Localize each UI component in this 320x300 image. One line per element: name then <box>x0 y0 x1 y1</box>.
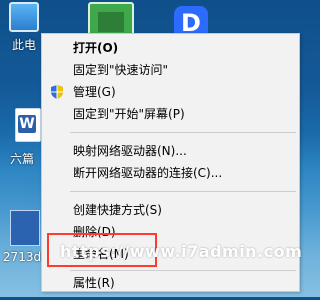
menu-separator <box>70 270 296 271</box>
menu-separator <box>70 132 296 133</box>
word-w-icon: W <box>18 115 36 133</box>
menu-item-label: 重命名(M) <box>73 247 129 261</box>
menu-item-rename[interactable]: 重命名(M) <box>42 243 299 265</box>
word-document-icon[interactable]: W <box>15 108 41 142</box>
desktop-icon-label: 2713d <box>2 250 42 264</box>
menu-item-label: 删除(D) <box>73 225 116 239</box>
computer-icon <box>9 2 39 32</box>
menu-item-map-network-drive[interactable]: 映射网络驱动器(N)... <box>42 140 299 162</box>
menu-item-create-shortcut[interactable]: 创建快捷方式(S) <box>42 199 299 221</box>
desktop-icon-label: 此电 <box>11 38 36 52</box>
menu-item-label: 创建快捷方式(S) <box>73 203 162 217</box>
desktop-icon-file[interactable]: 2713d <box>0 250 44 264</box>
menu-item-pin-start[interactable]: 固定到"开始"屏幕(P) <box>42 103 299 125</box>
menu-item-label: 固定到"快速访问" <box>73 63 169 77</box>
desktop-icon-label: 六篇 <box>9 152 34 166</box>
menu-item-label: 映射网络驱动器(N)... <box>73 144 187 158</box>
menu-separator <box>70 191 296 192</box>
menu-item-properties[interactable]: 属性(R) <box>42 272 299 291</box>
menu-item-manage[interactable]: 管理(G) <box>42 81 299 103</box>
menu-item-label: 管理(G) <box>73 85 116 99</box>
menu-item-open[interactable]: 打开(O) <box>42 37 299 59</box>
menu-item-label: 固定到"开始"屏幕(P) <box>73 107 185 121</box>
context-menu: 打开(O) 固定到"快速访问" 管理(G) 固定到"开始"屏幕(P) 映射网络驱… <box>41 33 300 292</box>
menu-item-delete[interactable]: 删除(D) <box>42 221 299 243</box>
menu-item-label: 断开网络驱动器的连接(C)... <box>73 166 223 180</box>
menu-item-pin-quick-access[interactable]: 固定到"快速访问" <box>42 59 299 81</box>
desktop-icon-doc[interactable]: 六篇 <box>0 150 44 167</box>
shield-icon <box>51 85 63 99</box>
menu-item-label: 属性(R) <box>73 276 115 290</box>
desktop-icon-this-pc[interactable]: 此电 <box>2 2 46 53</box>
menu-item-disconnect-network-drive[interactable]: 断开网络驱动器的连接(C)... <box>42 162 299 184</box>
menu-item-label: 打开(O) <box>73 41 119 55</box>
file-icon[interactable] <box>10 210 40 246</box>
